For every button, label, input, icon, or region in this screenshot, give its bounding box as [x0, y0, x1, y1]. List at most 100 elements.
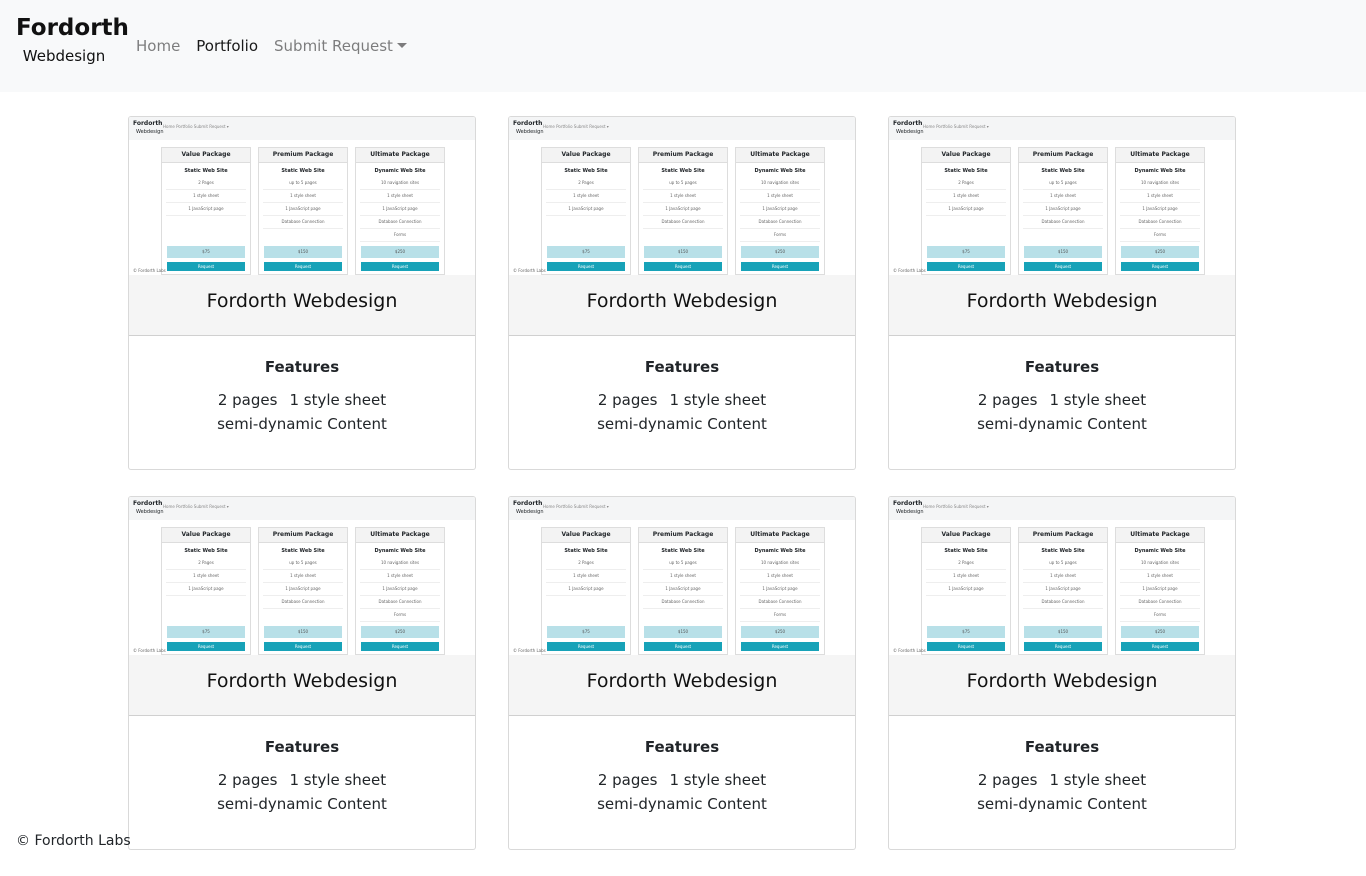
thumbnail-footer: © Fordorth Labs: [133, 648, 166, 653]
thumbnail-request-button: Request: [547, 642, 625, 651]
thumbnail-brand: Fordorth: [893, 120, 923, 127]
thumbnail-package-item: Forms: [740, 229, 820, 242]
thumbnail-package-item: 1 JavaScript page: [166, 203, 246, 216]
feature-style: 1 style sheet: [669, 391, 767, 409]
thumbnail-package-item: 1 JavaScript page: [360, 583, 440, 596]
thumbnail-request-button: Request: [741, 262, 819, 271]
thumbnail-package-item: Database Connection: [740, 216, 820, 229]
nav-dropdown-submit-request[interactable]: Submit Request: [274, 36, 407, 56]
thumbnail-package-price: $150: [1024, 246, 1102, 258]
thumbnail-package-header: Ultimate Package: [356, 148, 444, 163]
thumbnail-package-title: Dynamic Web Site: [1134, 548, 1186, 554]
thumbnail-package-item: Database Connection: [360, 216, 440, 229]
card-thumbnail[interactable]: Fordorth Webdesign Home Portfolio Submit…: [129, 497, 475, 655]
thumbnail-brand-sub: Webdesign: [136, 129, 164, 135]
thumbnail-package-header: Premium Package: [259, 148, 347, 163]
features-line: 2 pages 1 style sheet: [129, 768, 475, 792]
navbar: Fordorth Webdesign Home Portfolio Submit…: [0, 0, 1366, 92]
thumbnail-footer: © Fordorth Labs: [893, 268, 926, 273]
thumbnail-package-header: Premium Package: [639, 148, 727, 163]
thumbnail-package-item: 1 style sheet: [263, 570, 343, 583]
thumbnail-navbar: Fordorth Webdesign Home Portfolio Submit…: [129, 117, 475, 140]
thumbnail-package-price: $150: [1024, 626, 1102, 638]
thumbnail-package-item: 1 JavaScript page: [546, 583, 626, 596]
thumbnail-package-item: 10 navigation sites: [740, 557, 820, 570]
thumbnail-package: Ultimate Package Dynamic Web Site 10 nav…: [1115, 527, 1205, 655]
thumbnail-package-item: 1 style sheet: [926, 570, 1006, 583]
thumbnail-footer: © Fordorth Labs: [513, 648, 546, 653]
portfolio-card: Fordorth Webdesign Home Portfolio Submit…: [888, 116, 1236, 470]
thumbnail-package: Value Package Static Web Site 2 Pages 1 s…: [541, 147, 631, 275]
thumbnail-package-item: 2 Pages: [926, 557, 1006, 570]
thumbnail-package-item: Database Connection: [1120, 596, 1200, 609]
card-thumbnail[interactable]: Fordorth Webdesign Home Portfolio Submit…: [509, 497, 855, 655]
feature-content: semi-dynamic Content: [977, 795, 1147, 813]
feature-style: 1 style sheet: [1049, 391, 1147, 409]
thumbnail-nav-links: Home Portfolio Submit Request ▾: [923, 124, 989, 129]
card-thumbnail[interactable]: Fordorth Webdesign Home Portfolio Submit…: [889, 117, 1235, 275]
thumbnail-package-item: Database Connection: [643, 216, 723, 229]
thumbnail-package-title: Dynamic Web Site: [1134, 168, 1186, 174]
thumbnail-request-button: Request: [264, 262, 342, 271]
thumbnail-package: Premium Package Static Web Site up to 5 …: [638, 527, 728, 655]
thumbnail-package-item: up to 5 pages: [263, 177, 343, 190]
thumbnail-package-item: up to 5 pages: [1023, 557, 1103, 570]
portfolio-card: Fordorth Webdesign Home Portfolio Submit…: [128, 116, 476, 470]
thumbnail-package-item: 1 JavaScript page: [740, 203, 820, 216]
thumbnail-package-item: up to 5 pages: [643, 557, 723, 570]
thumbnail-request-button: Request: [1024, 642, 1102, 651]
thumbnail-package-price: $250: [1121, 626, 1199, 638]
thumbnail-package-price: $75: [927, 246, 1005, 258]
thumbnail-package-header: Value Package: [162, 528, 250, 543]
feature-pages: 2 pages: [977, 771, 1038, 789]
feature-content: semi-dynamic Content: [217, 415, 387, 433]
card-thumbnail[interactable]: Fordorth Webdesign Home Portfolio Submit…: [129, 117, 475, 275]
thumbnail-package-header: Ultimate Package: [1116, 528, 1204, 543]
thumbnail-package-item: 1 JavaScript page: [263, 583, 343, 596]
thumbnail-package-price: $150: [264, 246, 342, 258]
features-line: 2 pages 1 style sheet: [509, 768, 855, 792]
thumbnail-package-item: Database Connection: [643, 596, 723, 609]
brand-subtitle[interactable]: Webdesign: [16, 45, 112, 67]
thumbnail-package-title: Dynamic Web Site: [754, 168, 806, 174]
thumbnail-package-header: Ultimate Package: [736, 148, 824, 163]
thumbnail-package-item: Database Connection: [1120, 216, 1200, 229]
thumbnail-request-button: Request: [644, 642, 722, 651]
card-body: Features 2 pages 1 style sheet semi-dynam…: [889, 336, 1235, 436]
feature-style: 1 style sheet: [289, 771, 387, 789]
thumbnail-request-button: Request: [167, 262, 245, 271]
thumbnail-package-item: 1 style sheet: [166, 570, 246, 583]
thumbnail-navbar: Fordorth Webdesign Home Portfolio Submit…: [509, 497, 855, 520]
nav-link-home[interactable]: Home: [136, 36, 180, 56]
card-title: Fordorth Webdesign: [889, 655, 1235, 716]
features-title: Features: [1024, 358, 1100, 376]
thumbnail-package: Value Package Static Web Site 2 Pages 1 s…: [541, 527, 631, 655]
card-body: Features 2 pages 1 style sheet semi-dynam…: [129, 716, 475, 816]
thumbnail-package-item: 1 style sheet: [360, 570, 440, 583]
thumbnail-package-item: 1 JavaScript page: [643, 583, 723, 596]
chevron-down-icon: [396, 43, 407, 48]
thumbnail-package-item: 1 style sheet: [546, 570, 626, 583]
thumbnail-request-button: Request: [927, 262, 1005, 271]
features-line: 2 pages 1 style sheet: [129, 388, 475, 412]
thumbnail-package-price: $250: [1121, 246, 1199, 258]
card-body: Features 2 pages 1 style sheet semi-dynam…: [509, 716, 855, 816]
thumbnail-package: Ultimate Package Dynamic Web Site 10 nav…: [735, 527, 825, 655]
brand[interactable]: Fordorth Webdesign: [16, 12, 129, 67]
thumbnail-package-price: $250: [361, 246, 439, 258]
features-title: Features: [1024, 738, 1100, 756]
thumbnail-package: Premium Package Static Web Site up to 5 …: [1018, 527, 1108, 655]
brand-title[interactable]: Fordorth: [16, 12, 129, 44]
thumbnail-package: Ultimate Package Dynamic Web Site 10 nav…: [355, 527, 445, 655]
card-thumbnail[interactable]: Fordorth Webdesign Home Portfolio Submit…: [509, 117, 855, 275]
card-thumbnail[interactable]: Fordorth Webdesign Home Portfolio Submit…: [889, 497, 1235, 655]
thumbnail-package-header: Premium Package: [639, 528, 727, 543]
thumbnail-package-header: Value Package: [542, 148, 630, 163]
nav-link-portfolio[interactable]: Portfolio: [196, 36, 258, 56]
thumbnail-brand: Fordorth: [513, 120, 543, 127]
card-body: Features 2 pages 1 style sheet semi-dynam…: [129, 336, 475, 436]
thumbnail-package-item: Database Connection: [740, 596, 820, 609]
thumbnail-footer: © Fordorth Labs: [133, 268, 166, 273]
thumbnail-package-item: Forms: [1120, 229, 1200, 242]
thumbnail-package-header: Ultimate Package: [736, 528, 824, 543]
